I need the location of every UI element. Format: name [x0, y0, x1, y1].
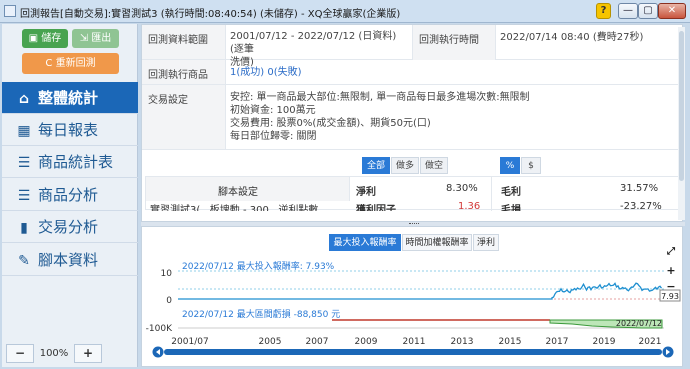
app-icon — [4, 5, 16, 17]
filter-short[interactable]: 做空 — [420, 157, 448, 174]
table-header-script: 腳本設定 — [218, 187, 258, 198]
home-icon: ⌂ — [18, 91, 30, 107]
settings-line: 安控: 單一商品最大部位:無限制, 單一商品每日最多進場次數:無限制 — [230, 92, 530, 103]
close-button[interactable]: ✕ — [658, 3, 686, 19]
window-title: 回測報告[自動交易]:實習測試3 (執行時間:08:40:54) (未儲存) -… — [20, 9, 401, 20]
settings-row: 交易設定 安控: 單一商品最大部位:無限制, 單一商品每日最多進場次數:無限制 … — [142, 85, 682, 150]
sidebar-item-label: 商品統計表 — [38, 153, 114, 171]
zoom-in-button[interactable]: + — [74, 344, 102, 363]
gross-loss-value: -23.27% — [620, 201, 662, 211]
profit-factor-label: 獲利因子 — [356, 205, 396, 211]
net-profit-label: 淨利 — [356, 187, 376, 198]
sidebar-item-label: 每日報表 — [38, 121, 99, 139]
range-row: 回測資料範圍 2001/07/12 - 2022/07/12 (日資料) (逐筆… — [142, 25, 682, 68]
products-success-link[interactable]: 1(成功) — [230, 67, 264, 78]
zoom-bar: − 100% + — [2, 343, 138, 365]
settings-label: 交易設定 — [142, 85, 226, 149]
max-drawdown-label: 2022/07/12 最大區間虧損 -88,850 元 — [182, 308, 340, 320]
save-button[interactable]: ▣ 儲存 — [22, 29, 68, 48]
products-fail-link[interactable]: 0(失敗) — [267, 67, 301, 78]
settings-line: 初始資金: 100萬元 — [230, 105, 316, 116]
help-button[interactable]: ? — [596, 3, 611, 19]
filter-all[interactable]: 全部 — [362, 157, 390, 174]
title-bar: 回測報告[自動交易]:實習測試3 (執行時間:08:40:54) (未儲存) -… — [0, 0, 690, 23]
end-date-label: 2022/07/12 — [616, 319, 662, 328]
exec-time-value: 2022/07/14 08:40 (費時27秒) — [500, 32, 644, 43]
maximize-button[interactable]: ▢ — [638, 3, 658, 19]
retest-button[interactable]: C 重新回測 — [22, 53, 119, 74]
y-tick-label: -100K — [146, 324, 173, 334]
sidebar-item-script-info[interactable]: ✎ 腳本資料 — [2, 244, 138, 276]
vertical-scrollbar[interactable] — [678, 27, 685, 220]
sidebar-item-label: 整體統計 — [38, 89, 99, 107]
list-icon: ☰ — [17, 155, 31, 171]
sidebar-item-daily-report[interactable]: ▦ 每日報表 — [2, 114, 138, 146]
max-return-label: 2022/07/12 最大投入報酬率: 7.93% — [182, 260, 335, 272]
calendar-icon: ▦ — [17, 123, 31, 139]
products-label: 回測執行商品 — [142, 60, 226, 84]
chart-panel: 最大投入報酬率 時間加權報酬率 淨利 ⤢ + − 10 0 -100K 2022… — [141, 226, 683, 367]
zoom-level: 100% — [39, 348, 69, 359]
gross-profit-label: 毛利 — [501, 187, 521, 198]
gross-loss-label: 毛損 — [501, 205, 521, 211]
sidebar-item-label: 腳本資料 — [38, 251, 99, 269]
settings-line: 交易費用: 股票0%(成交金額)、期貨50元(口) — [230, 118, 431, 129]
zoom-out-button[interactable]: − — [6, 344, 34, 363]
sidebar-item-product-analysis[interactable]: ☰ 商品分析 — [2, 179, 138, 211]
exec-time-label: 回測執行時間 — [412, 25, 496, 60]
bar-chart-icon: ▮ — [20, 220, 28, 236]
script-name: 實習測試3(...板塊動 - 300...逆利點數 — [150, 205, 319, 211]
pencil-icon: ✎ — [18, 253, 30, 269]
minimize-button[interactable]: — — [618, 3, 638, 19]
gross-profit-value: 31.57% — [620, 183, 659, 194]
list-icon: ☰ — [17, 188, 31, 204]
filter-long[interactable]: 做多 — [391, 157, 419, 174]
sidebar-item-trade-analysis[interactable]: ▮ 交易分析 — [2, 211, 138, 243]
settings-line: 每日部位歸零: 關閉 — [230, 131, 317, 142]
horizontal-scrollbar[interactable] — [152, 346, 674, 358]
range-value-line1: 2001/07/12 - 2022/07/12 (日資料) (逐筆 — [230, 31, 397, 55]
sidebar-item-label: 交易分析 — [38, 218, 99, 236]
y-tick-label: 0 — [166, 296, 172, 306]
y-tick-label: 10 — [161, 269, 173, 279]
products-row: 回測執行商品 1(成功) 0(失敗) — [142, 60, 682, 85]
unit-dollar[interactable]: $ — [521, 157, 541, 174]
export-button[interactable]: ⇲ 匯出 — [72, 29, 119, 48]
current-value-tag: 7.93 — [661, 292, 679, 301]
unit-percent[interactable]: % — [500, 157, 520, 174]
stats-table: 腳本設定 淨利 8.30% 毛利 31.57% 實習測試3(...板塊動 - 3… — [145, 176, 679, 211]
sidebar-item-overall-stats[interactable]: ⌂ 整體統計 — [2, 82, 138, 114]
net-profit-value: 8.30% — [446, 183, 478, 194]
profit-factor-value: 1.36 — [458, 201, 481, 211]
sidebar-item-product-stats[interactable]: ☰ 商品統計表 — [2, 146, 138, 178]
sidebar-item-label: 商品分析 — [38, 186, 99, 204]
summary-panel: 回測資料範圍 2001/07/12 - 2022/07/12 (日資料) (逐筆… — [141, 24, 683, 222]
range-label: 回測資料範圍 — [142, 25, 226, 59]
